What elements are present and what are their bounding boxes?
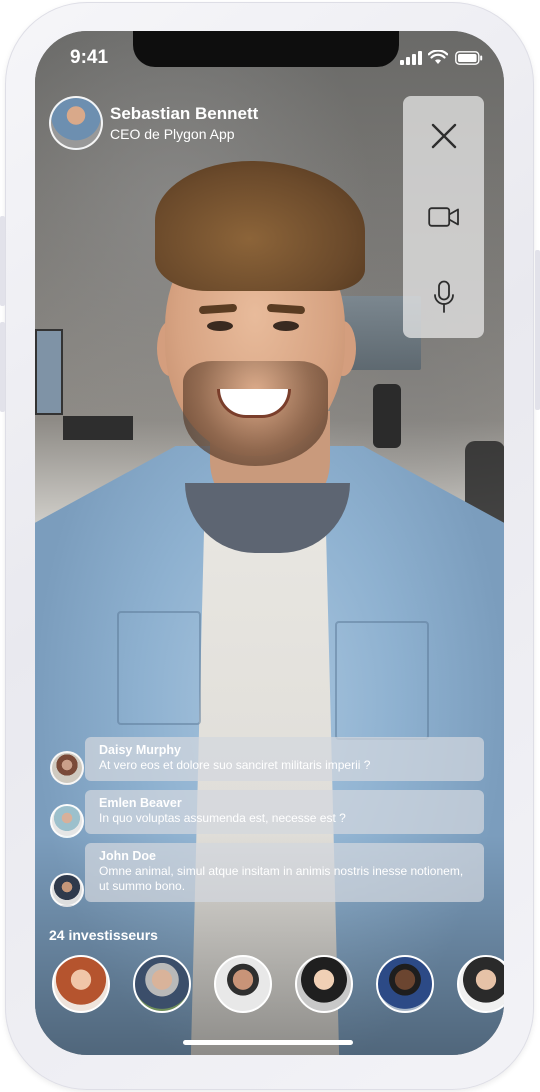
investors-count: 24 investisseurs: [49, 927, 158, 943]
shirt-pocket: [117, 611, 201, 725]
mic-toggle-button[interactable]: [403, 267, 484, 327]
comment-bubble: Emlen Beaver In quo voluptas assumenda e…: [85, 790, 484, 834]
end-call-button[interactable]: [403, 106, 484, 166]
comment-avatar: [50, 873, 84, 907]
shirt-pocket: [335, 621, 429, 740]
notch: [133, 31, 399, 67]
comment-bubble: John Doe Omne animal, simul atque insita…: [85, 843, 484, 902]
video-call-screen: 9:41 Sebastian Bennett CEO de Plygon App: [35, 31, 504, 1055]
investor-avatar[interactable]: [133, 955, 191, 1013]
video-camera-icon: [427, 207, 459, 227]
investor-avatar[interactable]: [52, 955, 110, 1013]
comment-text: In quo voluptas assumenda est, necesse e…: [99, 811, 346, 825]
investor-avatar[interactable]: [214, 955, 272, 1013]
comment-author: Daisy Murphy: [99, 743, 181, 757]
side-button: [535, 250, 540, 410]
status-bar: 9:41: [35, 31, 504, 81]
investor-avatar[interactable]: [376, 955, 434, 1013]
comment-avatar: [50, 804, 84, 838]
cellular-signal-icon: [400, 51, 422, 65]
video-toggle-button[interactable]: [403, 187, 484, 247]
host-name: Sebastian Bennett: [110, 104, 259, 123]
wifi-icon: [428, 50, 448, 64]
side-button: [0, 216, 5, 306]
home-indicator[interactable]: [183, 1040, 353, 1045]
comment-bubble: Daisy Murphy At vero eos et dolore suo s…: [85, 737, 484, 781]
investor-avatar[interactable]: [295, 955, 353, 1013]
microphone-icon: [433, 280, 454, 313]
battery-icon: [455, 51, 483, 65]
status-time: 9:41: [70, 47, 109, 68]
call-controls-panel: [403, 96, 484, 338]
host-role: CEO de Plygon App: [110, 126, 235, 142]
comment-text: Omne animal, simul atque insitam in anim…: [99, 864, 464, 893]
speaker-eye: [207, 321, 233, 331]
host-avatar[interactable]: [49, 96, 103, 150]
comment-text: At vero eos et dolore suo sanciret milit…: [99, 758, 371, 772]
background-window: [35, 329, 63, 415]
comment-author: John Doe: [99, 849, 156, 863]
close-icon: [431, 123, 456, 149]
side-button: [0, 322, 5, 412]
speaker-eye: [273, 321, 299, 331]
comment-author: Emlen Beaver: [99, 796, 182, 810]
background-bottle: [373, 384, 401, 448]
background-desk: [63, 416, 133, 440]
comment-avatar: [50, 751, 84, 785]
